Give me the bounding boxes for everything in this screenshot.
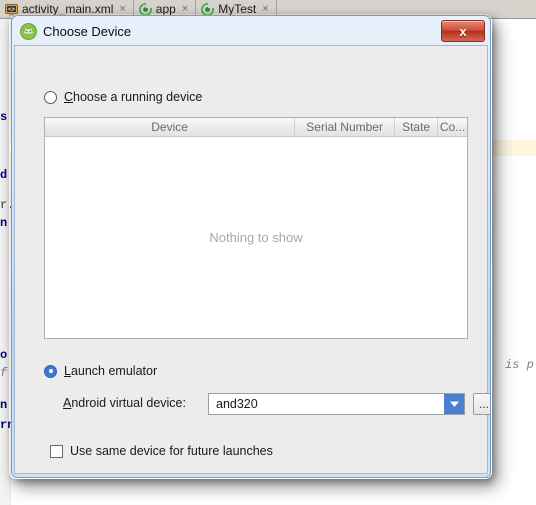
avd-manager-button[interactable]: ... bbox=[473, 393, 490, 415]
radio-label-running-device: Choose a running device bbox=[64, 90, 202, 104]
code-fragment: is p bbox=[505, 358, 534, 372]
code-fragment: o bbox=[0, 348, 8, 362]
mnemonic-letter: L bbox=[64, 364, 71, 378]
table-empty-message: Nothing to show bbox=[209, 230, 303, 245]
close-x-icon: x bbox=[459, 23, 467, 39]
avd-combobox[interactable]: and320 bbox=[208, 393, 465, 415]
table-column-header-state[interactable]: State bbox=[395, 118, 439, 136]
chevron-down-icon[interactable] bbox=[444, 394, 464, 414]
code-fragment: n bbox=[0, 216, 8, 230]
radio-launch-emulator[interactable]: Launch emulator bbox=[44, 364, 157, 378]
code-fragment: s bbox=[0, 110, 8, 124]
svg-text:<>: <> bbox=[8, 6, 16, 13]
code-fragment: n bbox=[0, 398, 8, 412]
code-fragment: d bbox=[0, 168, 8, 182]
checkbox-use-same-device[interactable]: Use same device for future launches bbox=[50, 444, 273, 458]
radio-choose-running-device[interactable]: Choose a running device bbox=[44, 90, 202, 104]
table-column-header-device[interactable]: Device bbox=[45, 118, 296, 136]
close-button[interactable]: x bbox=[441, 20, 485, 42]
checkbox-indicator[interactable] bbox=[50, 444, 63, 458]
dialog-content: Choose a running device Device Serial Nu… bbox=[14, 45, 490, 474]
label-rest: ndroid virtual device: bbox=[71, 396, 186, 410]
mnemonic-letter: C bbox=[64, 90, 74, 104]
table-column-header-serial-number[interactable]: Serial Number bbox=[295, 118, 396, 136]
avd-label: Android virtual device: bbox=[63, 396, 186, 410]
label-rest: aunch emulator bbox=[70, 364, 158, 378]
dialog-title-bar[interactable]: Choose Device x bbox=[14, 18, 488, 45]
checkbox-label: Use same device for future launches bbox=[70, 444, 273, 458]
label-rest: hoose a running device bbox=[73, 90, 203, 104]
android-studio-icon bbox=[20, 23, 37, 40]
code-fragment: f bbox=[0, 366, 8, 380]
radio-label-launch-emulator: Launch emulator bbox=[64, 364, 157, 378]
choose-device-dialog: Choose Device x Choose a running device … bbox=[11, 15, 491, 478]
dialog-title: Choose Device bbox=[43, 24, 132, 39]
table-column-header-compatible[interactable]: Co... bbox=[438, 118, 467, 136]
radio-indicator-launch-emulator[interactable] bbox=[44, 364, 57, 378]
device-table[interactable]: Device Serial Number State Co... Nothing… bbox=[44, 117, 468, 339]
radio-indicator-running-device[interactable] bbox=[44, 90, 57, 104]
avd-selected-value[interactable]: and320 bbox=[209, 394, 444, 414]
table-header-row[interactable]: Device Serial Number State Co... bbox=[45, 118, 467, 137]
